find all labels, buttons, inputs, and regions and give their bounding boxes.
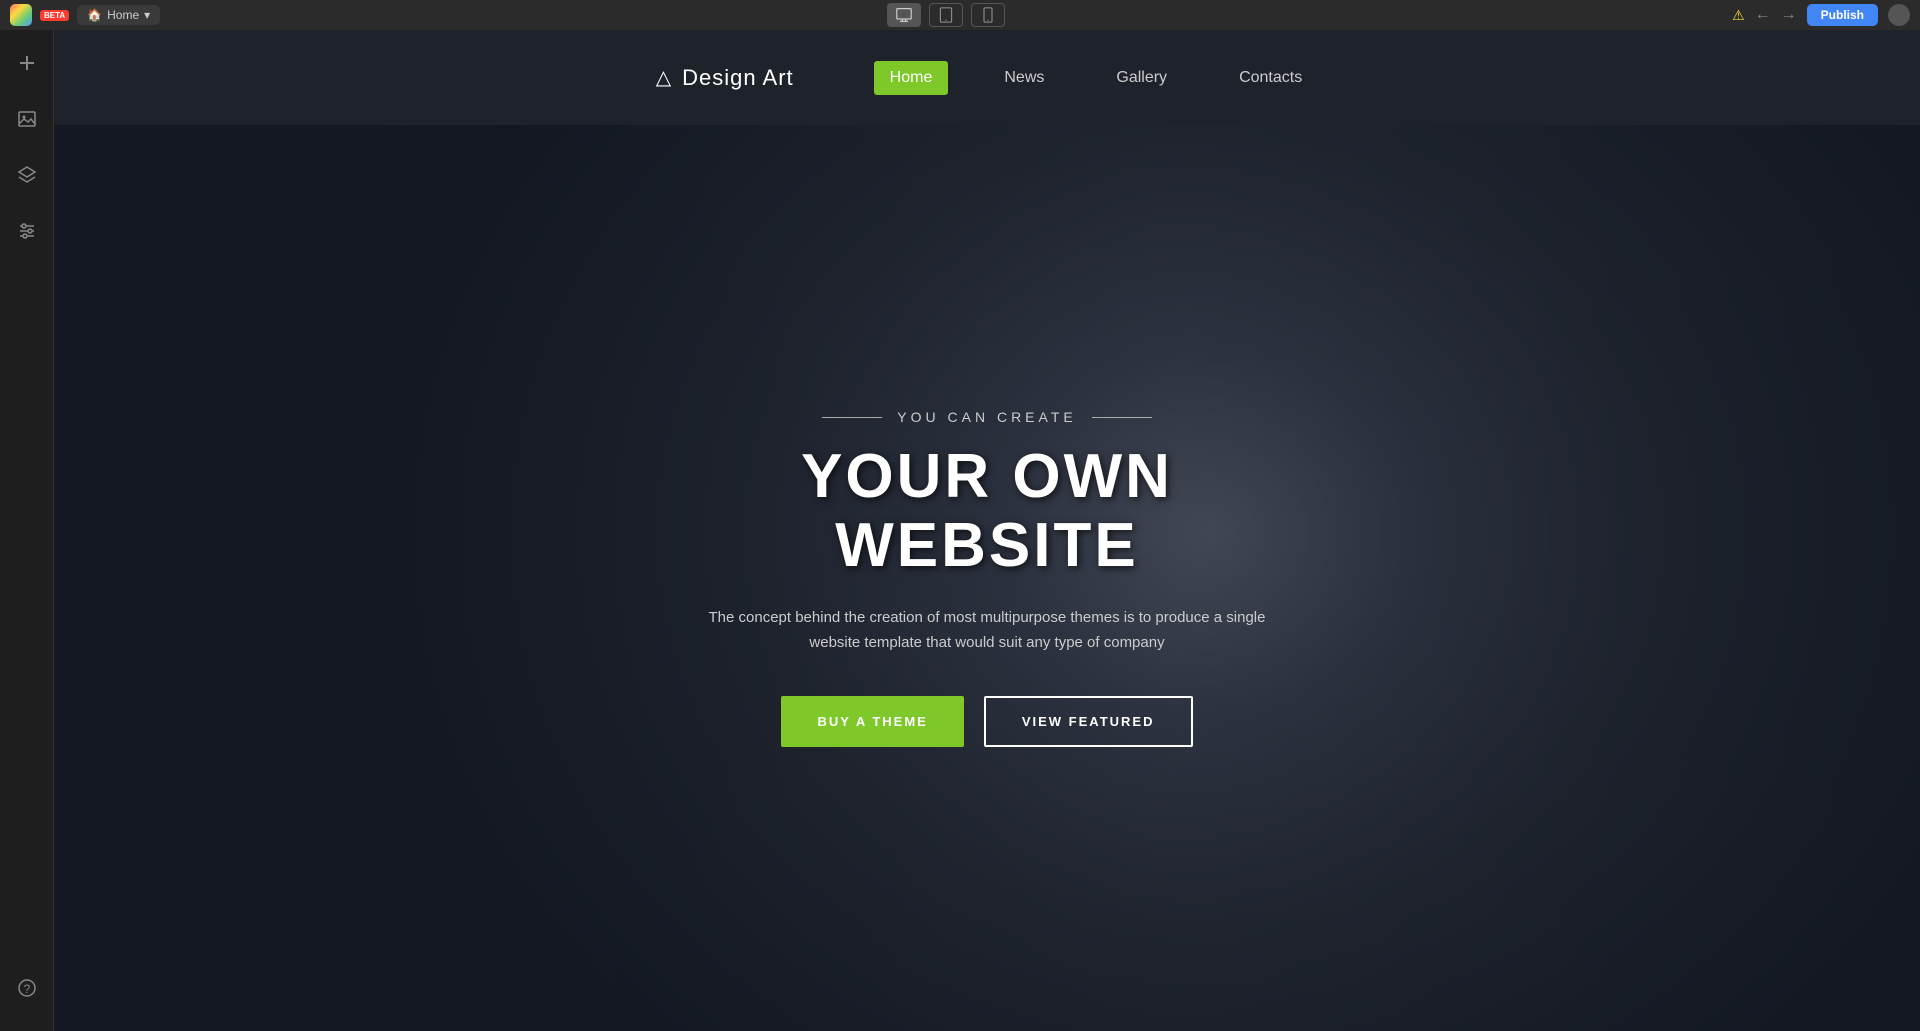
user-avatar[interactable] [1888, 4, 1910, 26]
desktop-view-button[interactable] [887, 3, 921, 27]
website-area: △ Design Art Home News Gallery Contacts [54, 30, 1920, 1031]
site-navbar: △ Design Art Home News Gallery Contacts [54, 30, 1920, 125]
subtitle-right-line [1092, 417, 1152, 418]
logo-triangle-icon: △ [656, 65, 672, 90]
hero-subtitle-row: YOU CAN CREATE [657, 409, 1317, 425]
nav-news[interactable]: News [988, 61, 1060, 95]
hero-content: YOU CAN CREATE YOUR OWN WEBSITE The conc… [637, 389, 1337, 766]
hero-subtitle-text: YOU CAN CREATE [897, 409, 1076, 425]
hero-section: YOU CAN CREATE YOUR OWN WEBSITE The conc… [54, 125, 1920, 1031]
back-button[interactable]: ← [1755, 6, 1771, 24]
home-tab-chevron: ▾ [144, 8, 150, 22]
nav-gallery[interactable]: Gallery [1100, 61, 1183, 95]
svg-text:?: ? [23, 982, 30, 996]
add-icon[interactable] [9, 45, 45, 81]
image-icon[interactable] [9, 101, 45, 137]
warning-icon: ⚠ [1732, 7, 1745, 24]
home-tab[interactable]: 🏠 Home ▾ [77, 5, 160, 25]
nav-contacts[interactable]: Contacts [1223, 61, 1318, 95]
os-topbar-left: BETA 🏠 Home ▾ [10, 4, 160, 26]
hero-buttons: BUY A THEME VIEW FEATURED [657, 696, 1317, 747]
publish-button[interactable]: Publish [1807, 4, 1878, 26]
site-nav: Home News Gallery Contacts [874, 61, 1319, 95]
mobile-view-button[interactable] [971, 3, 1005, 27]
main-layout: ? △ Design Art Home News Gallery Contact… [0, 30, 1920, 1031]
sliders-icon[interactable] [9, 213, 45, 249]
site-logo-text: Design Art [682, 65, 794, 91]
os-topbar: BETA 🏠 Home ▾ [0, 0, 1920, 30]
hero-title: YOUR OWN WEBSITE [657, 443, 1317, 579]
subtitle-left-line [822, 417, 882, 418]
app-icon [10, 4, 32, 26]
sidebar: ? [0, 30, 54, 1031]
site-logo: △ Design Art [656, 65, 794, 91]
view-featured-button[interactable]: VIEW FEATURED [984, 696, 1193, 747]
forward-button[interactable]: → [1781, 6, 1797, 24]
os-topbar-right: ⚠ ← → Publish [1732, 4, 1910, 26]
hero-description: The concept behind the creation of most … [707, 605, 1267, 656]
help-icon[interactable]: ? [9, 970, 45, 1006]
nav-home[interactable]: Home [874, 61, 949, 95]
layers-icon[interactable] [9, 157, 45, 193]
beta-badge: BETA [40, 10, 69, 21]
os-topbar-center [887, 3, 1005, 27]
home-icon: 🏠 [87, 8, 102, 22]
home-tab-label: Home [107, 8, 139, 22]
buy-theme-button[interactable]: BUY A THEME [781, 696, 963, 747]
tablet-view-button[interactable] [929, 3, 963, 27]
